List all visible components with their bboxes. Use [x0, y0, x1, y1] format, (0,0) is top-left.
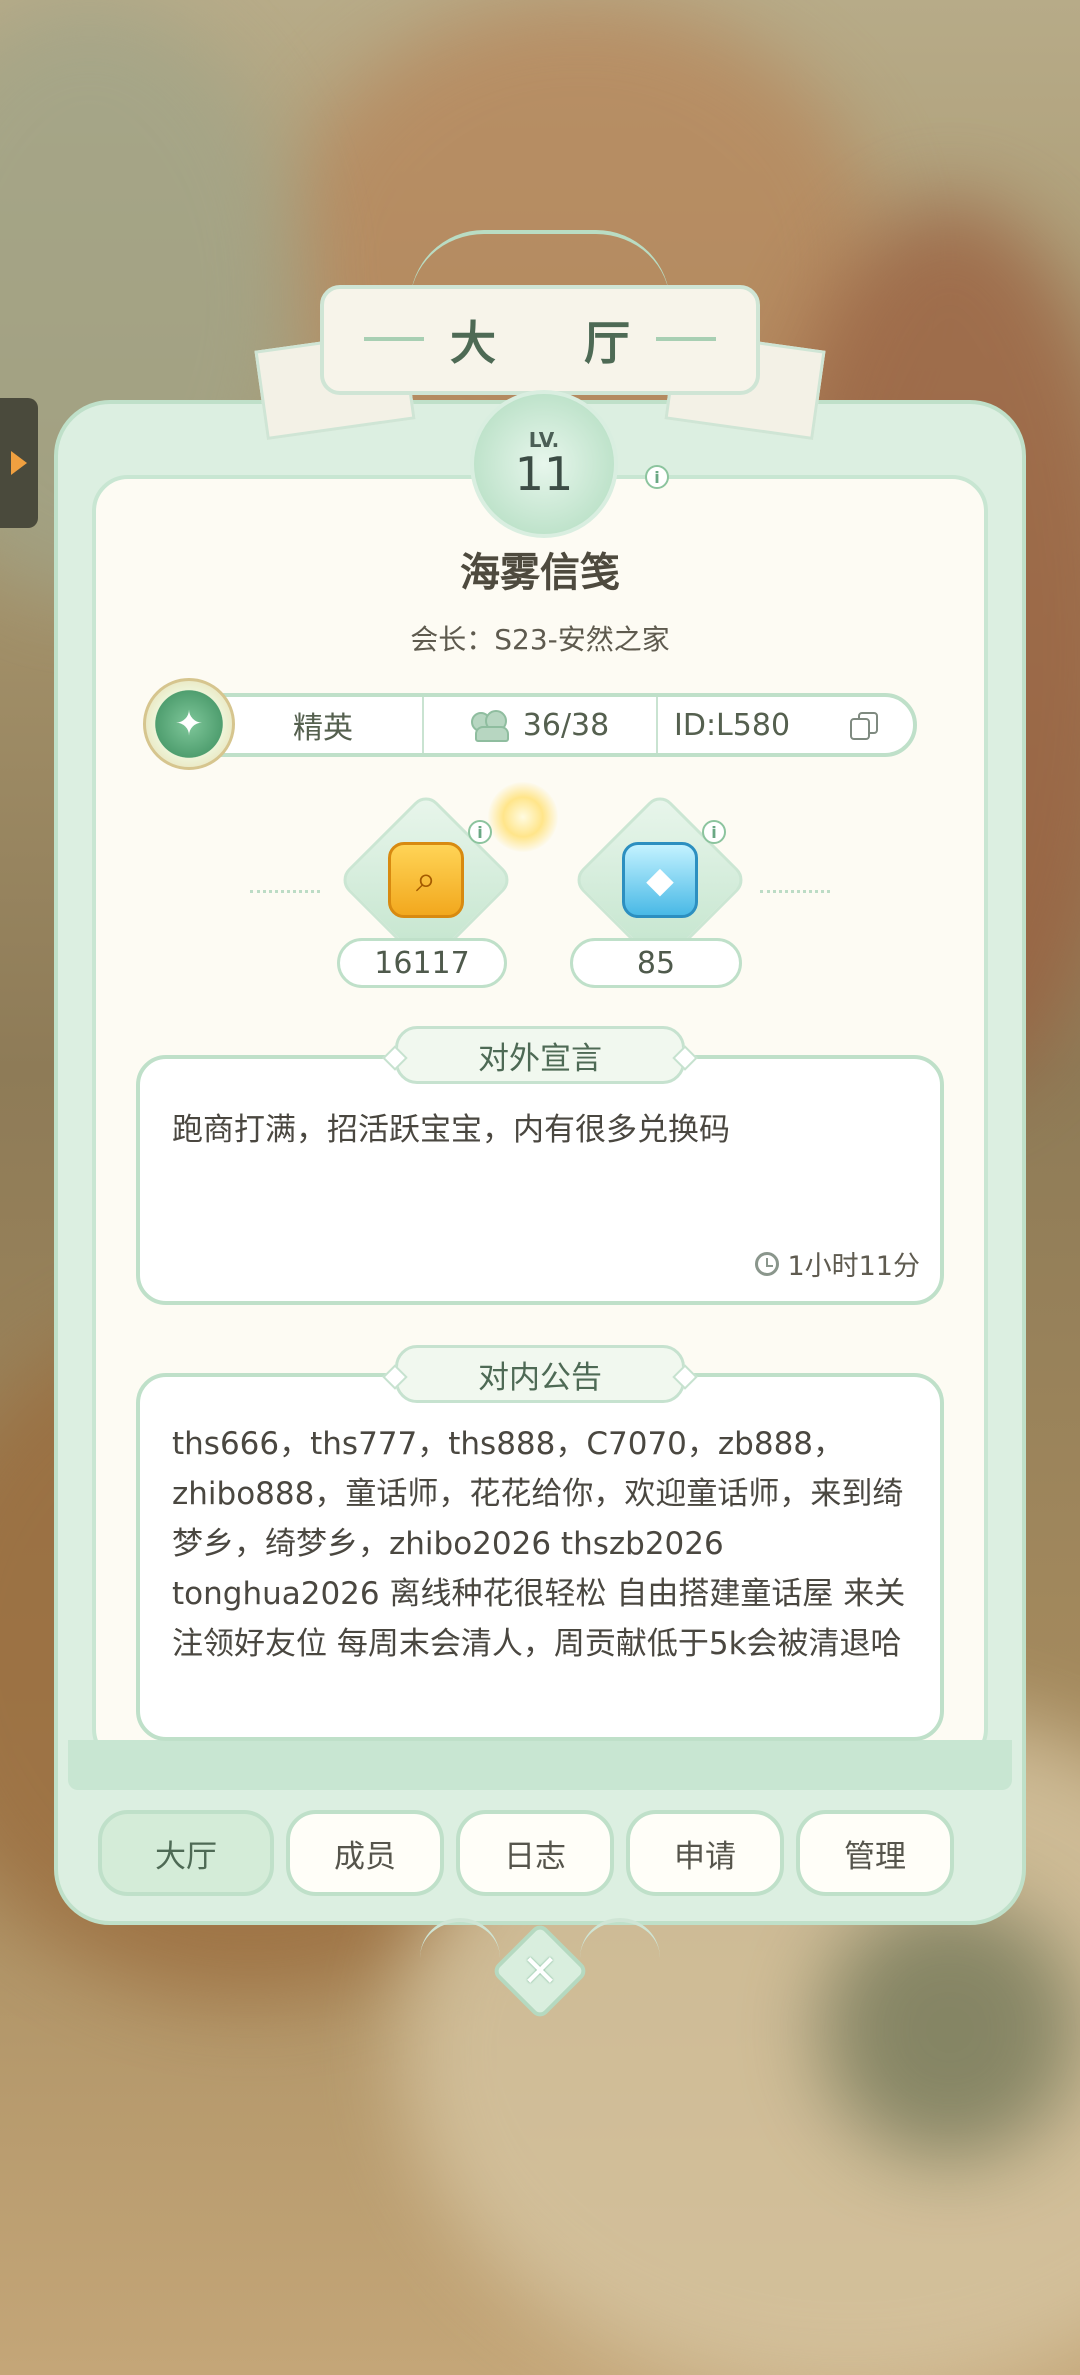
- members-icon: [470, 710, 511, 742]
- level-badge: LV. 11: [470, 390, 618, 538]
- crystal-info-icon[interactable]: i: [702, 820, 726, 844]
- clock-icon: [755, 1251, 780, 1276]
- title-banner: 大 厅: [320, 285, 760, 395]
- close-icon[interactable]: ✕: [505, 1936, 575, 2006]
- guild-leader: 会长：S23-安然之家: [410, 623, 670, 656]
- member-count-value: 36/38: [522, 707, 610, 743]
- tab-applications[interactable]: 申请: [626, 1810, 784, 1896]
- announcement-card: ths666，ths777，ths888，C7070，zb888，zhibo88…: [136, 1373, 944, 1741]
- guild-id: ID:L580: [658, 697, 913, 753]
- tab-manage[interactable]: 管理: [796, 1810, 954, 1896]
- tab-log[interactable]: 日志: [456, 1810, 614, 1896]
- blue-crystal-icon[interactable]: ◆: [622, 842, 698, 918]
- declaration-time: 1小时11分: [755, 1244, 920, 1283]
- crystal-value: 85: [570, 938, 742, 988]
- gold-info-icon[interactable]: i: [468, 820, 492, 844]
- guild-id-value: ID:L580: [674, 707, 791, 743]
- panel-divider: [68, 1740, 1012, 1790]
- rank-emblem-icon: ✦: [143, 678, 235, 770]
- member-count: 36/38: [424, 697, 658, 753]
- level-info-icon[interactable]: i: [645, 465, 669, 489]
- declaration-card: 跑商打满，招活跃宝宝，内有很多兑换码 1小时11分: [136, 1055, 944, 1305]
- divider-dots: [250, 890, 320, 895]
- tab-members[interactable]: 成员: [286, 1810, 444, 1896]
- side-expand-tab[interactable]: [0, 398, 38, 528]
- guild-stats-bar: 精英 36/38 ID:L580: [180, 693, 917, 757]
- page-title: 大 厅: [449, 316, 666, 370]
- sun-sparkle-icon: [488, 782, 558, 852]
- declaration-time-value: 1小时11分: [787, 1251, 920, 1282]
- level-value: 11: [514, 447, 574, 501]
- declaration-text: 跑商打满，招活跃宝宝，内有很多兑换码: [172, 1112, 730, 1148]
- gold-resource-icon[interactable]: ⌕: [388, 842, 464, 918]
- gold-value: 16117: [337, 938, 507, 988]
- copy-icon[interactable]: [850, 712, 879, 740]
- divider-dots: [760, 890, 830, 895]
- arrow-right-icon: [11, 451, 27, 475]
- tab-bar: 大厅 成员 日志 申请 管理: [98, 1810, 978, 1896]
- announcement-title: 对内公告: [395, 1345, 685, 1403]
- guild-name: 海雾信笺: [460, 550, 620, 596]
- announcement-text: ths666，ths777，ths888，C7070，zb888，zhibo88…: [172, 1426, 906, 1662]
- declaration-title: 对外宣言: [395, 1026, 685, 1084]
- tab-hall[interactable]: 大厅: [98, 1810, 274, 1896]
